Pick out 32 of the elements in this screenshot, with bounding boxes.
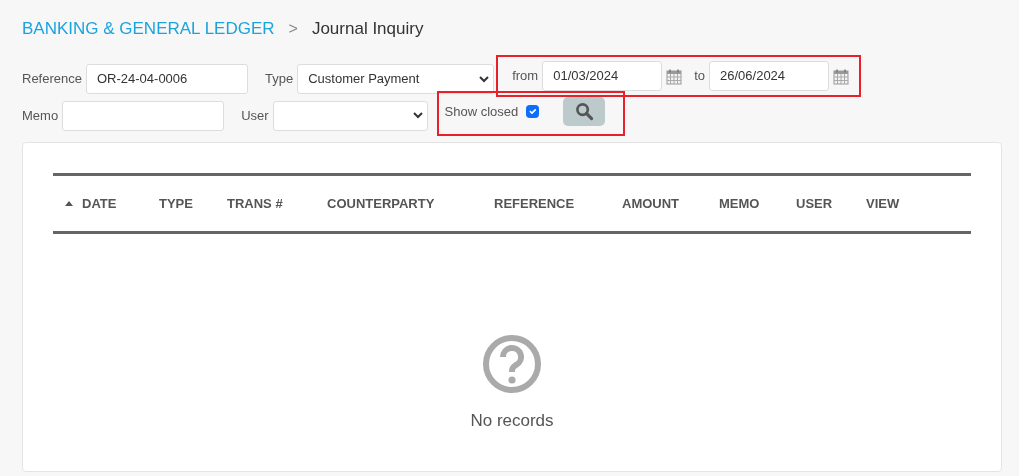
to-date-field[interactable]: 26/06/2024: [709, 61, 829, 91]
search-button[interactable]: [563, 97, 606, 126]
caret-icon: [412, 112, 423, 119]
field-label: Reference: [22, 70, 82, 89]
type-dropdown[interactable]: Customer Payment: [297, 64, 495, 94]
field-label: User: [241, 106, 269, 125]
empty-message: No records: [470, 410, 554, 432]
field-label: to: [694, 67, 705, 86]
column-header[interactable]: USER: [796, 193, 833, 214]
caret-icon: [479, 75, 490, 83]
field-label: Type: [265, 70, 294, 89]
checkbox-label: Show closed: [444, 102, 519, 121]
question-icon: [482, 334, 542, 394]
column-header[interactable]: VIEW: [866, 193, 900, 214]
column-header[interactable]: AMOUNT: [622, 193, 680, 214]
show-closed-checkbox[interactable]: [526, 105, 540, 118]
field-label: from: [512, 67, 539, 86]
field-label: Memo: [22, 106, 59, 125]
breadcrumb-separator: >: [288, 19, 298, 39]
search-icon: [574, 102, 594, 121]
from-date-field[interactable]: 01/03/2024: [542, 61, 663, 91]
page-title: Journal Inquiry: [311, 18, 424, 41]
calendar-icon: [666, 68, 683, 85]
column-header[interactable]: DATE: [82, 193, 117, 214]
memo-field[interactable]: [62, 100, 225, 131]
column-header[interactable]: COUNTERPARTY: [327, 193, 435, 214]
column-header[interactable]: TYPE: [159, 193, 193, 214]
column-header[interactable]: TRANS #: [227, 193, 283, 214]
calendar-icon: [833, 68, 849, 85]
column-header[interactable]: MEMO: [719, 193, 760, 214]
reference-field[interactable]: OR-24-04-0006: [86, 64, 248, 94]
column-header[interactable]: REFERENCE: [494, 193, 575, 214]
